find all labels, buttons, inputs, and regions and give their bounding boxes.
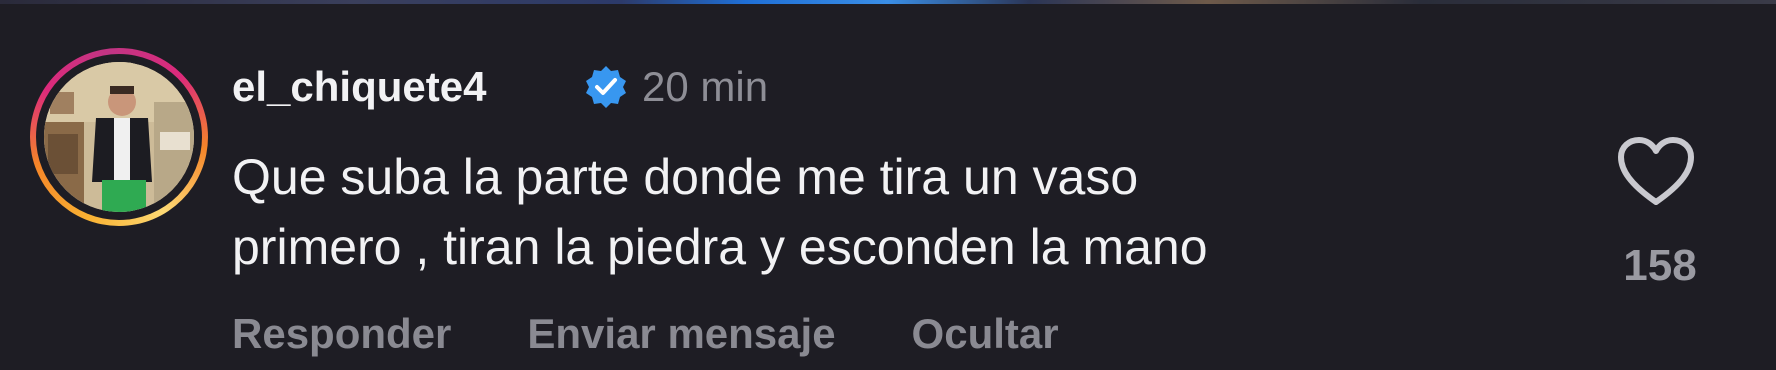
comment-timestamp: 20 min [642, 63, 769, 110]
comment-screen: el_chiquete4 20 min Que suba la parte do… [0, 0, 1776, 370]
verified-badge-icon [586, 66, 626, 108]
comment-username[interactable]: el_chiquete4 [232, 62, 486, 112]
reply-button[interactable]: Responder [232, 308, 451, 360]
like-count: 158 [1623, 241, 1697, 290]
send-message-button[interactable]: Enviar mensaje [527, 308, 835, 360]
avatar-photo [44, 62, 194, 212]
heart-outline-icon[interactable] [1616, 136, 1696, 208]
video-edge-strip [0, 0, 1776, 4]
story-ring[interactable] [30, 48, 208, 226]
comment-actions: Responder Enviar mensaje Ocultar [232, 308, 1059, 360]
avatar[interactable] [44, 62, 194, 212]
hide-button[interactable]: Ocultar [912, 308, 1059, 360]
comment-text: Que suba la parte donde me tira un vaso … [232, 149, 1208, 275]
